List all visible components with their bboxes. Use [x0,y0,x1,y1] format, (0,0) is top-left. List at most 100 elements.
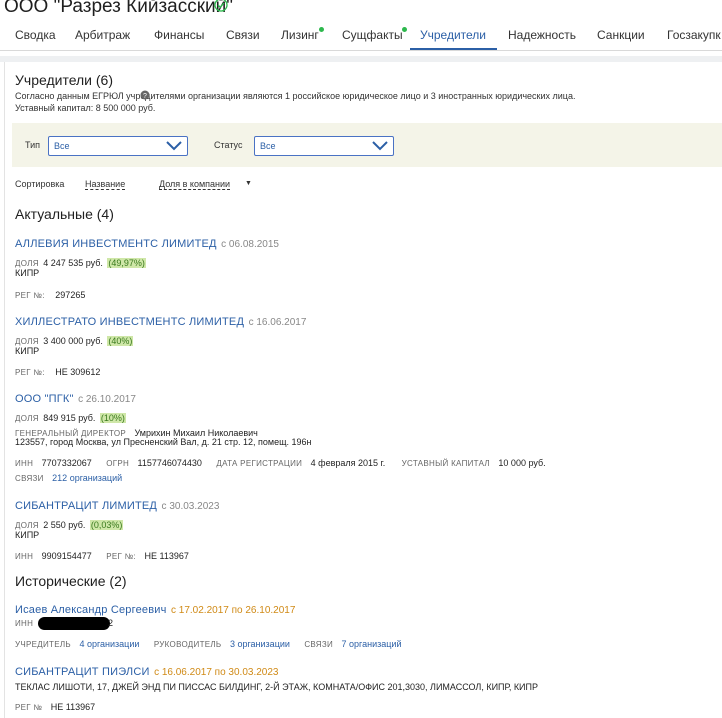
ogrn-value: 1157746074430 [137,458,202,468]
share-label: ДОЛЯ [15,521,39,530]
head-role-label: РУКОВОДИТЕЛЬ [153,640,222,649]
founders-description: Согласно данным ЕГРЮЛ учредителями орган… [15,91,576,101]
head-orgs-link[interactable]: 3 организации [230,639,290,649]
share-percent-badge: (49,97%) [107,258,146,268]
help-icon[interactable]: ? [140,90,150,100]
founder-item: ООО "ПГК" с 26.10.2017 [15,389,136,407]
founder-role-label: УЧРЕДИТЕЛЬ [15,640,71,649]
inn-value: 7707332067 [41,458,92,468]
founder-item: ХИЛЛЕСТРАТО ИНВЕСТМЕНТС ЛИМИТЕД с 16.06.… [15,312,306,330]
filter-bar: Тип Все Статус Все [12,123,722,167]
founder-since: с 06.08.2015 [221,239,279,250]
reg-value: 297265 [55,290,86,300]
authorized-capital: Уставный капитал: 8 500 000 руб. [15,103,156,113]
sort-caret-icon[interactable]: ▼ [245,180,252,187]
founder-since: с 26.10.2017 [78,394,136,405]
reg-row: РЕГ №: 297265 [15,285,85,303]
requisites-row: ИНН 9909154477 РЕГ №: НЕ 113967 [15,546,189,564]
active-tab-indicator [410,48,497,50]
status-select[interactable]: Все [254,136,394,156]
founder-period: с 17.02.2017 по 26.10.2017 [171,605,296,616]
country: КИПР [15,346,40,356]
founder-name-link[interactable]: Исаев Александр Сергеевич [15,604,167,616]
type-filter-label: Тип [25,140,41,150]
tab-sanctions[interactable]: Санкции [597,28,645,42]
capital-value: 10 000 руб. [498,458,546,468]
historical-section-title: Исторические (2) [15,573,127,589]
founder-orgs-link[interactable]: 4 организации [79,639,139,649]
founder-name-link[interactable]: СИБАНТРАЦИТ ЛИМИТЕД [15,500,157,512]
links-row: СВЯЗИ 212 организаций [15,468,122,486]
tab-finance[interactable]: Финансы [154,28,204,42]
reg-value: НЕ 309612 [55,367,101,377]
links-count-link[interactable]: 7 организаций [342,639,402,649]
country: КИПР [15,268,40,278]
redacted-inn [38,617,110,630]
tab-procurement[interactable]: Госзакупк [667,28,721,42]
tab-arbitration[interactable]: Арбитраж [75,28,130,42]
type-select-value: Все [54,141,70,151]
verified-check-icon [214,0,228,12]
reg-value: НЕ 113967 [144,551,189,561]
founder-item: АЛЛЕВИЯ ИНВЕСТМЕНТС ЛИМИТЕД с 06.08.2015 [15,234,279,252]
ogrn-label: ОГРН [106,459,130,468]
actual-section-title: Актуальные (4) [15,206,114,222]
founder-item: СИБАНТРАЦИТ ЛИМИТЕД с 30.03.2023 [15,496,219,514]
sort-label: Сортировка [15,179,65,189]
address: ТЕКЛАС ЛИШОТИ, 17, ДЖЕЙ ЭНД ПИ ПИССАС БИ… [15,682,538,692]
founder-name-link[interactable]: ХИЛЛЕСТРАТО ИНВЕСТМЕНТС ЛИМИТЕД [15,316,244,328]
status-filter-label: Статус [214,140,243,150]
reg-label: РЕГ № [15,703,43,712]
links-label: СВЯЗИ [304,640,334,649]
founder-since: с 16.06.2017 [248,317,307,328]
reg-row: РЕГ №: НЕ 309612 [15,362,100,380]
share-percent-badge: (10%) [99,413,126,423]
address: 123557, город Москва, ул Пресненский Вал… [15,437,312,447]
inn-value: 9909154477 [41,551,92,561]
tab-summary[interactable]: Сводка [15,28,56,42]
sort-by-name[interactable]: Название [85,179,126,190]
regdate-value: 4 февраля 2015 г. [310,458,386,468]
links-label: СВЯЗИ [15,474,44,483]
tab-reliability[interactable]: Надежность [508,28,576,42]
status-select-value: Все [260,141,276,151]
reg-label: РЕГ №: [15,368,45,377]
share-value: 2 550 руб. [43,520,86,530]
inn-label: ИНН [15,552,34,561]
roles-row: УЧРЕДИТЕЛЬ 4 организации РУКОВОДИТЕЛЬ 3 … [15,634,401,652]
country: КИПР [15,530,40,540]
founder-since: с 30.03.2023 [161,501,220,512]
founder-name-link[interactable]: ООО "ПГК" [15,393,74,405]
tab-bar: Сводка Арбитраж Финансы Связи Лизинг Сущ… [0,24,722,51]
reg-label: РЕГ №: [15,291,45,300]
company-title: ООО "Разрез Кийзасский" [4,0,234,17]
share-label: ДОЛЯ [15,337,39,346]
inn-label: ИНН [15,459,34,468]
inn-tail: 2 [108,618,114,628]
share-label: ДОЛЯ [15,259,39,268]
share-value: 3 400 000 руб. [43,336,103,346]
leasing-new-dot-icon [319,27,324,32]
links-count-link[interactable]: 212 организаций [52,473,122,483]
tab-links[interactable]: Связи [226,28,260,42]
reg-row: РЕГ № НЕ 113967 [15,697,95,715]
chevron-down-icon [372,141,388,151]
founder-name-link[interactable]: СИБАНТРАЦИТ ПИЭЛСИ [15,666,150,678]
tab-leasing[interactable]: Лизинг [281,28,319,42]
regdate-label: ДАТА РЕГИСТРАЦИИ [216,459,303,468]
chevron-down-icon [166,141,182,151]
capital-label: УСТАВНЫЙ КАПИТАЛ [401,459,490,468]
sort-by-share[interactable]: Доля в компании [159,179,231,190]
tab-founders[interactable]: Учредители [420,28,486,42]
reg-label: РЕГ №: [106,552,137,561]
share-percent-badge: (0,03%) [89,520,124,530]
svg-text:?: ? [143,93,147,100]
founders-title: Учредители (6) [15,72,114,88]
historical-item: Исаев Александр Сергеевич с 17.02.2017 п… [15,600,295,618]
type-select[interactable]: Все [48,136,188,156]
founder-name-link[interactable]: АЛЛЕВИЯ ИНВЕСТМЕНТС ЛИМИТЕД [15,238,217,250]
share-label: ДОЛЯ [15,414,39,423]
tab-material-facts[interactable]: Сущфакты [342,28,403,42]
share-percent-badge: (40%) [107,336,134,346]
founder-period: с 16.06.2017 по 30.03.2023 [154,667,279,678]
